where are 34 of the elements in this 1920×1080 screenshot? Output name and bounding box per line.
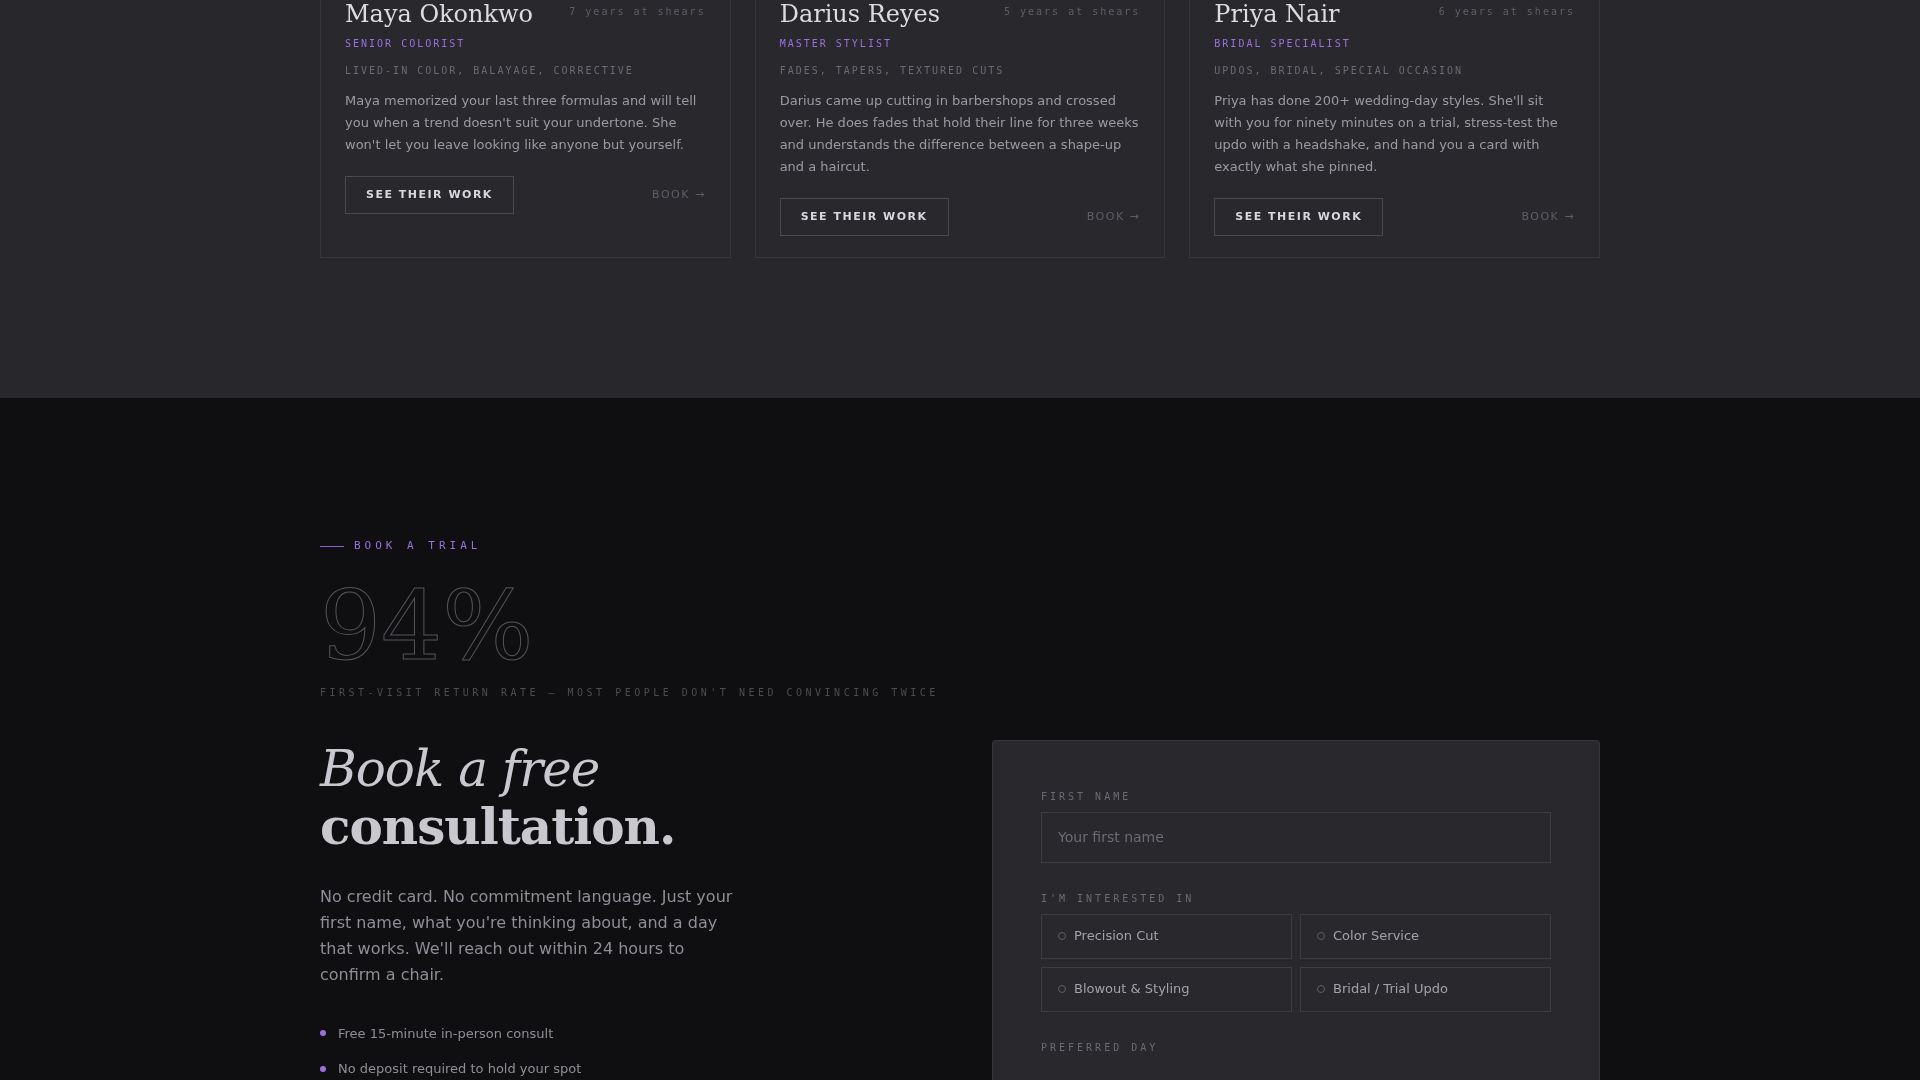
eyebrow-text: BOOK A TRIAL	[354, 538, 482, 554]
specialties-text: LIVED-IN COLOR, BALAYAGE, CORRECTIVE	[345, 64, 635, 78]
see-work-button[interactable]: SEE THEIR WORK	[1214, 198, 1384, 236]
field-label: I'M INTERESTED IN	[1041, 891, 1196, 906]
stylist-name: Priya Nair	[1214, 0, 1340, 28]
role-text: BRIDAL SPECIALIST	[1214, 37, 1352, 51]
stylist-name: Maya Okonkwo	[345, 0, 534, 28]
stylist-name: Darius Reyes	[779, 0, 941, 28]
stylist-bio: Maya memorized your last three formulas and will tell you when a trend doesn't suit your undertone. She won't let you leave looking like anyone but yourself.	[345, 92, 698, 154]
specialties-text: UPDOS, BRIDAL, SPECIAL OCCASION	[1214, 64, 1464, 78]
perk-text: Free 15-minute in-person consult	[338, 1024, 554, 1043]
interest-option[interactable]: Color Service	[1300, 913, 1551, 959]
heading-italic: Book a free	[320, 739, 601, 798]
stylist-bio: Priya has done 200+ wedding-day styles. She'll sit with you for ninety minutes on a trial, stress-test the updo with a headshake, and hand you a card with exactly what she pinned.	[1214, 92, 1559, 176]
interest-option[interactable]: Blowout & Styling	[1041, 966, 1292, 1012]
field-label: FIRST NAME	[1041, 789, 1133, 804]
stat-caption: FIRST-VISIT RETURN RATE — MOST PEOPLE DON'T NEED CONVINCING TWICE	[320, 685, 940, 700]
field-label: PREFERRED DAY	[1041, 1040, 1160, 1055]
intro-text: No credit card. No commitment language. Just your first name, what you're thinking about, and a day that works. We'll reach out within 24 hours to confirm a chair.	[320, 885, 734, 986]
perk-text: No deposit required to hold your spot	[338, 1060, 582, 1078]
stylist-bio: Darius came up cutting in barbershops and crossed over. He does fades that hold their line for three weeks and understands the difference between a shape-up and a haircut.	[779, 92, 1140, 176]
see-work-button[interactable]: SEE THEIR WORK	[345, 176, 514, 214]
role-text: SENIOR COLORIST	[345, 37, 467, 51]
see-work-button[interactable]: SEE THEIR WORK	[779, 198, 949, 236]
bullet-icon	[320, 1065, 326, 1072]
stat-number: 94%	[320, 570, 534, 681]
specialties-text: FADES, TAPERS, TEXTURED CUTS	[779, 64, 1006, 78]
interest-option[interactable]: Bridal / Trial Updo	[1300, 966, 1551, 1012]
first-name-field[interactable]: Your first name	[1041, 811, 1551, 863]
bullet-icon	[320, 1030, 326, 1037]
eyebrow-rule	[320, 545, 344, 547]
heading-bold: consultation.	[320, 797, 677, 856]
role-text: MASTER STYLIST	[779, 37, 893, 51]
interest-option[interactable]: Precision Cut	[1041, 913, 1292, 959]
